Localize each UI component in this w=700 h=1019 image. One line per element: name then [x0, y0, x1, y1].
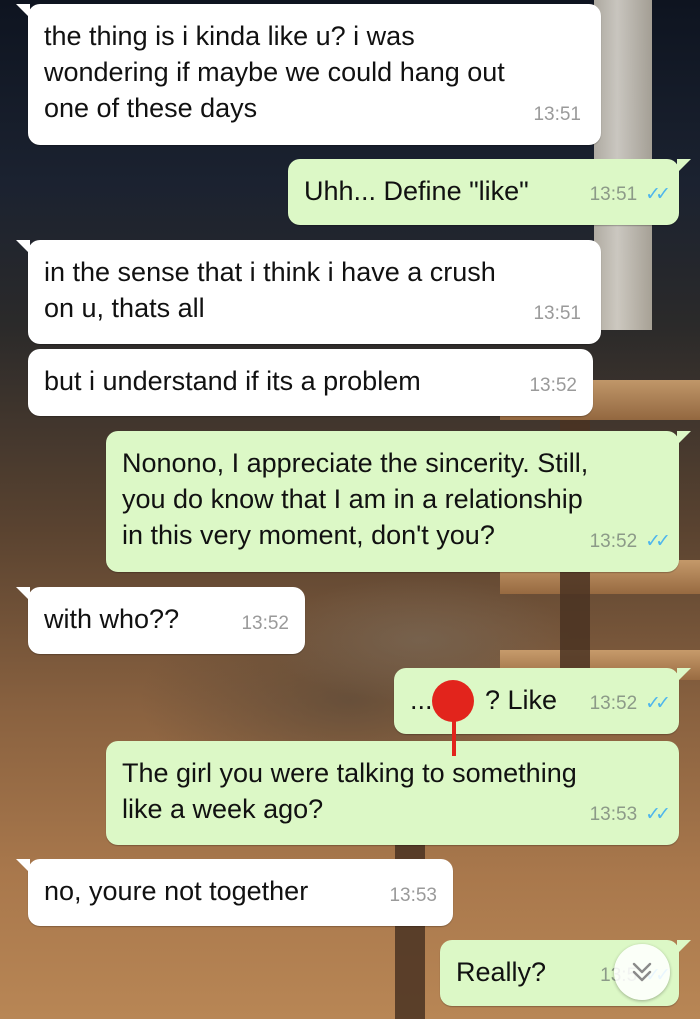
chat-message-list[interactable]: the thing is i kinda like u? i was wonde… [0, 0, 700, 1019]
message-text: Uhh... Define "like" [304, 176, 529, 206]
message-bubble-outgoing[interactable]: The girl you were talking to something l… [106, 741, 679, 845]
message-meta: 13:51 ✓✓ [589, 177, 671, 213]
message-text: the thing is i kinda like u? i was wonde… [44, 21, 505, 123]
message-text: but i understand if its a problem [44, 366, 421, 396]
message-time: 13:52 [529, 375, 577, 396]
message-bubble-outgoing[interactable]: Nonono, I appreciate the sincerity. Stil… [106, 431, 691, 572]
message-time: 13:51 [589, 184, 638, 205]
double-check-icon: ✓✓ [645, 693, 671, 714]
message-text: no, youre not together [44, 876, 309, 906]
message-meta: 13:53 ✓✓ [589, 797, 671, 833]
message-time: 13:52 [589, 531, 638, 552]
double-check-icon: ✓✓ [645, 184, 671, 205]
message-meta: 13:52 ✓✓ [589, 686, 671, 722]
message-text: with who?? [44, 604, 180, 634]
message-meta: 13:52 ✓✓ [589, 524, 671, 560]
message-text: Really? [456, 957, 547, 987]
message-text: The girl you were talking to something l… [122, 758, 577, 824]
message-bubble-incoming[interactable]: the thing is i kinda like u? i was wonde… [16, 4, 601, 145]
message-time: 13:53 [389, 885, 437, 906]
message-time: 13:51 [533, 303, 581, 324]
message-bubble-incoming[interactable]: in the sense that i think i have a crush… [16, 240, 601, 344]
double-check-icon: ✓✓ [645, 804, 671, 825]
double-check-icon: ✓✓ [645, 531, 671, 552]
message-time: 13:52 [241, 613, 289, 634]
message-text: in the sense that i think i have a crush… [44, 257, 496, 323]
chevron-double-down-icon [632, 962, 652, 982]
scroll-to-bottom-button[interactable] [614, 944, 670, 1000]
message-bubble-incoming[interactable]: no, youre not together 13:53 [16, 859, 453, 926]
message-text: Nonono, I appreciate the sincerity. Stil… [122, 448, 589, 550]
redaction-scribble-drip [452, 718, 456, 756]
message-bubble-incoming[interactable]: but i understand if its a problem 13:52 [28, 349, 593, 416]
message-time: 13:51 [533, 104, 581, 125]
message-bubble-outgoing[interactable]: Uhh... Define "like" 13:51 ✓✓ [288, 159, 691, 225]
redaction-scribble [432, 680, 474, 722]
message-time: 13:53 [589, 804, 638, 825]
message-time: 13:52 [589, 693, 638, 714]
message-bubble-incoming[interactable]: with who?? 13:52 [16, 587, 305, 654]
